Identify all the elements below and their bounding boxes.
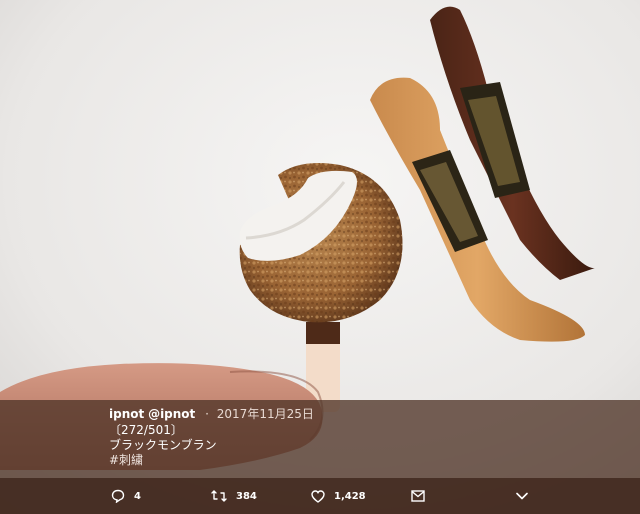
tweet-caption: ipnot @ipnot · 2017年11月25日 〔272/501〕 ブラッ…	[0, 400, 640, 478]
retweet-icon	[211, 490, 227, 502]
tweet-line-counter: 〔272/501〕	[109, 423, 183, 437]
user-handle[interactable]: @ipnot	[148, 407, 195, 421]
tweet-action-bar: 4 384 1,428	[0, 478, 640, 514]
tweet-date[interactable]: 2017年11月25日	[217, 407, 314, 421]
more-chevron-icon	[516, 492, 528, 500]
tweet-meta: ipnot @ipnot · 2017年11月25日	[109, 406, 314, 422]
separator-dot: ·	[205, 407, 209, 421]
retweet-count: 384	[236, 490, 257, 502]
more-button[interactable]	[516, 478, 528, 514]
retweet-button[interactable]: 384	[211, 478, 257, 514]
like-count: 1,428	[334, 490, 366, 502]
direct-message-icon	[411, 490, 425, 502]
tweet-line-hashtag[interactable]: #刺繍	[109, 453, 143, 468]
direct-message-button[interactable]	[411, 478, 425, 514]
like-icon	[311, 489, 325, 503]
reply-button[interactable]: 4	[111, 478, 141, 514]
tweet-line-title: ブラックモンブラン	[109, 438, 217, 452]
user-name[interactable]: ipnot	[109, 407, 144, 421]
like-button[interactable]: 1,428	[311, 478, 366, 514]
reply-icon	[111, 489, 125, 503]
reply-count: 4	[134, 490, 141, 502]
